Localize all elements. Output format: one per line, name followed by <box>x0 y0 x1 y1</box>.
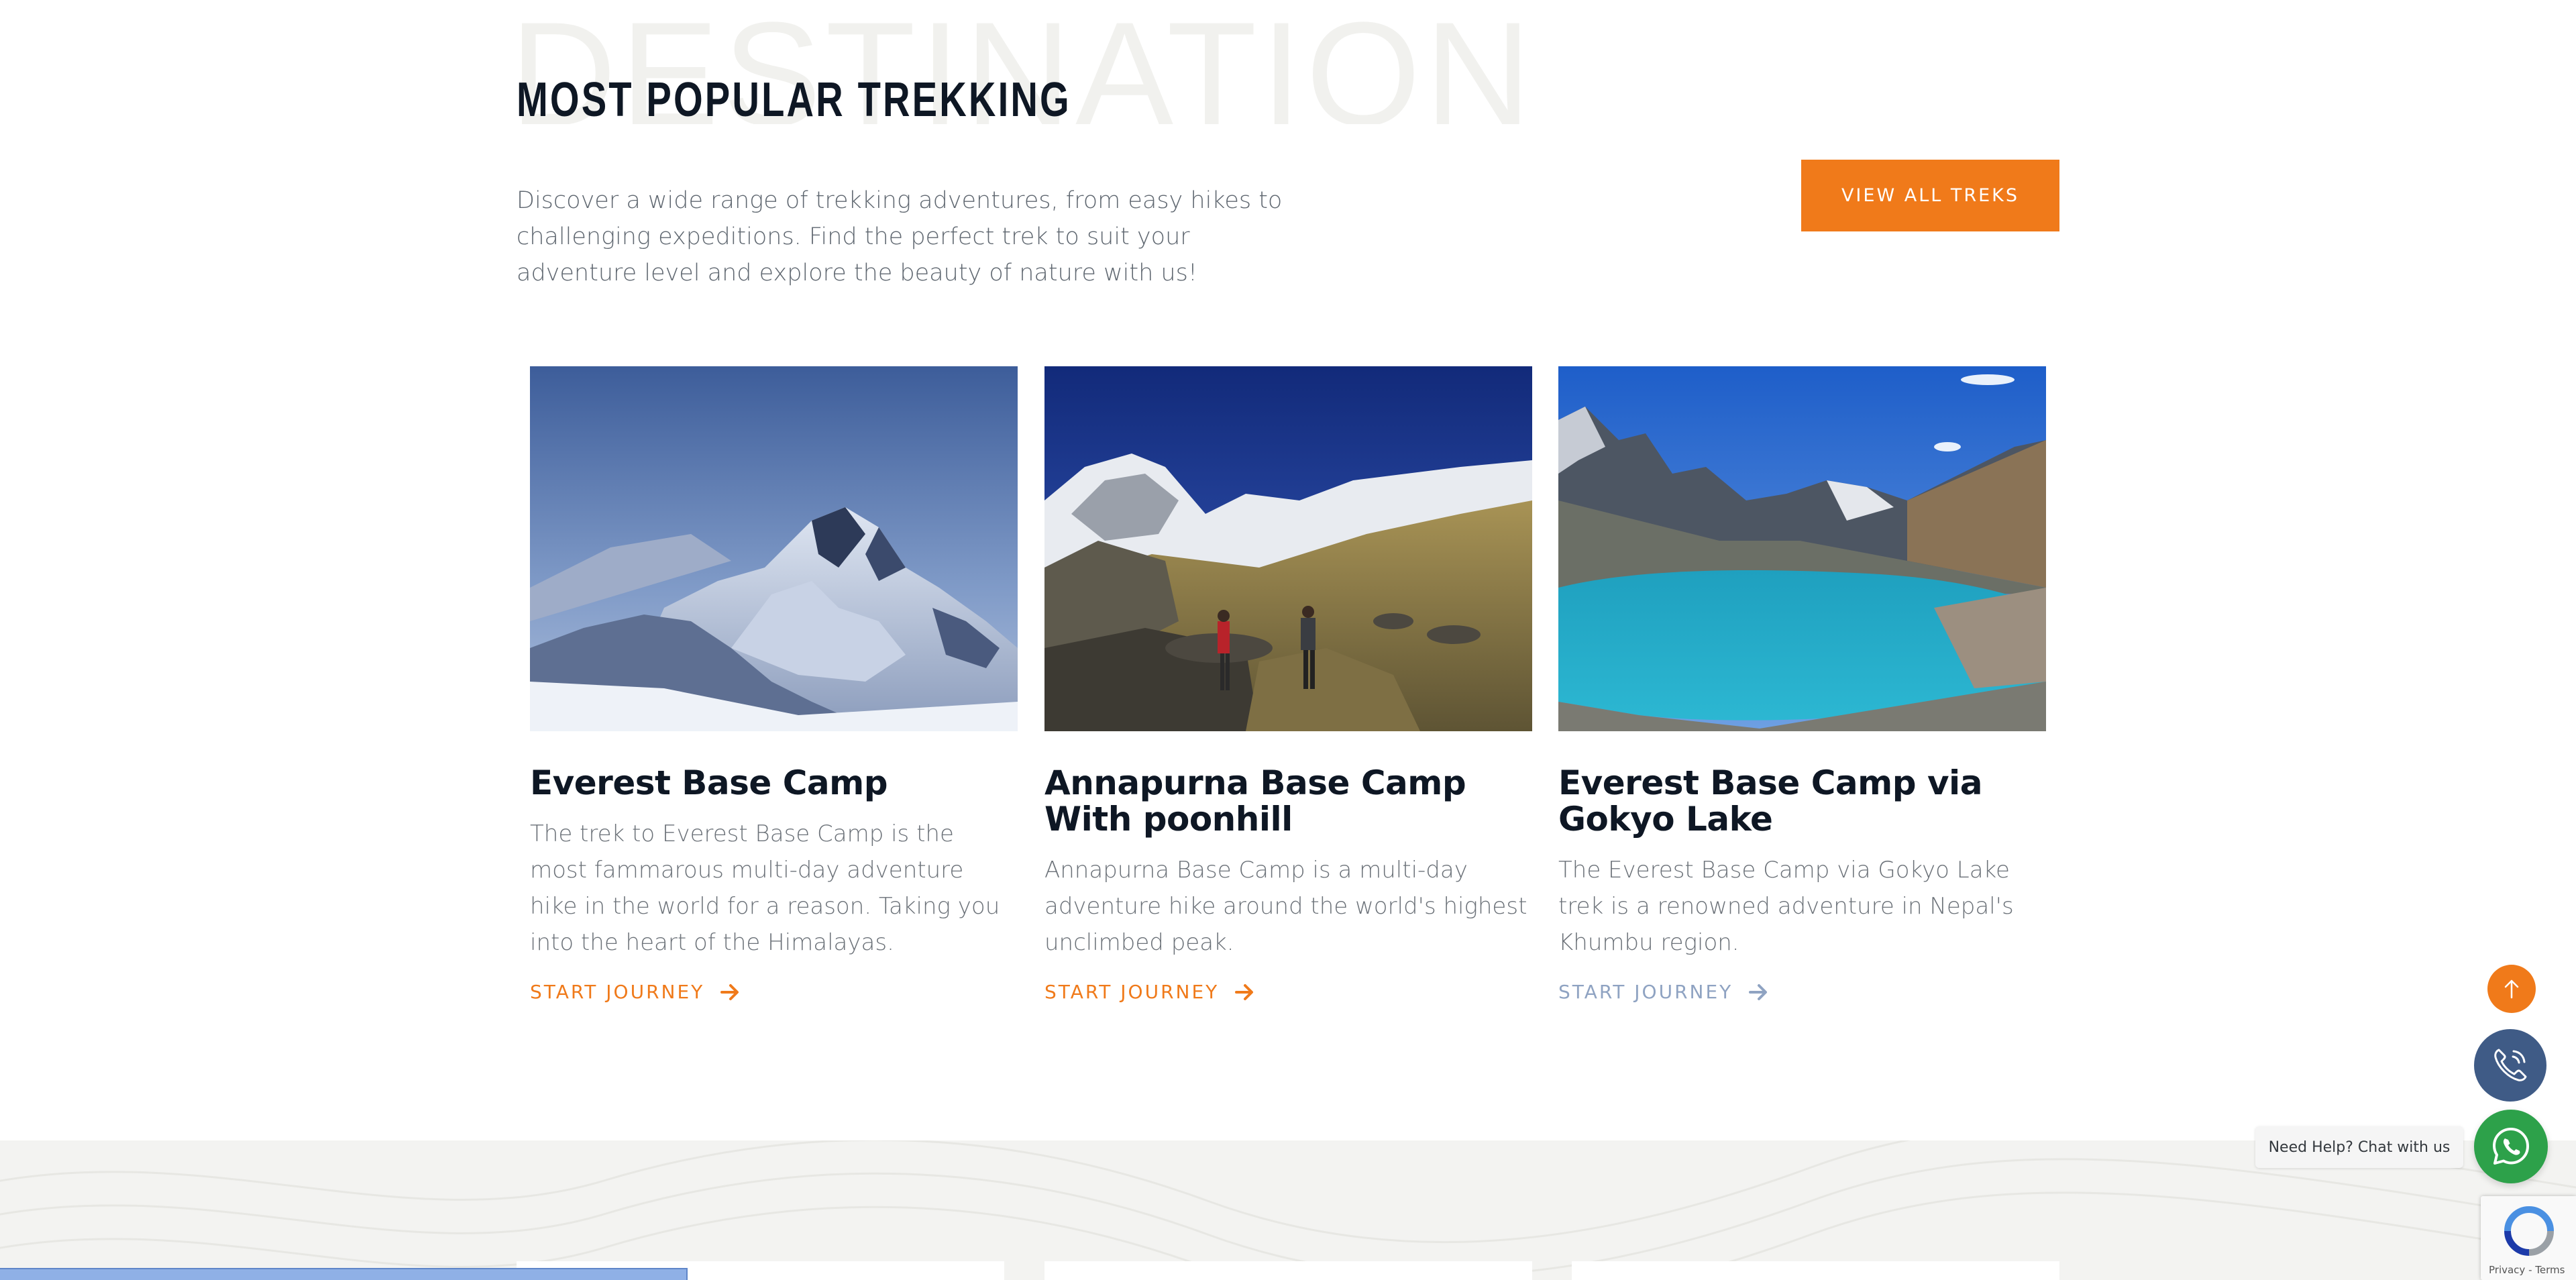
card-title[interactable]: Everest Base Camp <box>530 765 1018 801</box>
start-journey-link[interactable]: START JOURNEY <box>1044 981 1255 1003</box>
topographic-pattern <box>0 1140 2576 1280</box>
start-journey-label: START JOURNEY <box>530 981 705 1003</box>
popular-trekking-section: DESTINATION MOST POPULAR TREKKING Discov… <box>0 0 2576 1140</box>
start-journey-label: START JOURNEY <box>1044 981 1220 1003</box>
card-description: The Everest Base Camp via Gokyo Lake tre… <box>1558 857 2014 956</box>
trek-card-gokyo-lake: Everest Base Camp via Gokyo Lake The Eve… <box>1558 366 2046 1003</box>
arrow-up-icon <box>2504 979 2519 999</box>
card-title[interactable]: Everest Base Camp via Gokyo Lake <box>1558 765 2046 837</box>
phone-icon <box>2494 1049 2527 1081</box>
section-title: MOST POPULAR TREKKING <box>517 73 1071 127</box>
start-journey-link[interactable]: START JOURNEY <box>1558 981 1769 1003</box>
recaptcha-badge[interactable]: Privacy - Terms <box>2481 1196 2576 1280</box>
section-intro: Discover a wide range of trekking advent… <box>517 187 1283 286</box>
whatsapp-button[interactable] <box>2474 1110 2548 1183</box>
everest-photo[interactable] <box>530 366 1018 731</box>
start-journey-link[interactable]: START JOURNEY <box>530 981 741 1003</box>
next-section-background <box>0 1140 2576 1280</box>
whatsapp-chat-label[interactable]: Need Help? Chat with us <box>2255 1126 2463 1168</box>
whatsapp-icon <box>2493 1128 2529 1165</box>
next-card-placeholder <box>1572 1261 2059 1280</box>
arrow-right-icon <box>1749 983 1768 1000</box>
card-title[interactable]: Annapurna Base Camp With poonhill <box>1044 765 1532 837</box>
arrow-right-icon <box>720 983 739 1000</box>
trek-card-everest-base-camp: Everest Base Camp The trek to Everest Ba… <box>530 366 1018 1003</box>
next-card-placeholder <box>1044 1261 1532 1280</box>
cookie-notice-strip[interactable] <box>0 1268 688 1280</box>
trek-card-annapurna-base-camp: Annapurna Base Camp With poonhill Annapu… <box>1044 366 1532 1003</box>
gokyo-photo[interactable] <box>1558 366 2046 731</box>
arrow-right-icon <box>1235 983 1254 1000</box>
start-journey-label: START JOURNEY <box>1558 981 1733 1003</box>
view-all-treks-button[interactable]: VIEW ALL TREKS <box>1801 160 2059 231</box>
card-description: Annapurna Base Camp is a multi-day adven… <box>1044 857 1527 956</box>
card-description: The trek to Everest Base Camp is the mos… <box>530 820 1000 956</box>
recaptcha-logo-icon <box>2504 1206 2554 1256</box>
call-button[interactable] <box>2474 1029 2546 1102</box>
scroll-to-top-button[interactable] <box>2487 965 2536 1013</box>
annapurna-photo[interactable] <box>1044 366 1532 731</box>
recaptcha-links[interactable]: Privacy - Terms <box>2489 1264 2565 1276</box>
